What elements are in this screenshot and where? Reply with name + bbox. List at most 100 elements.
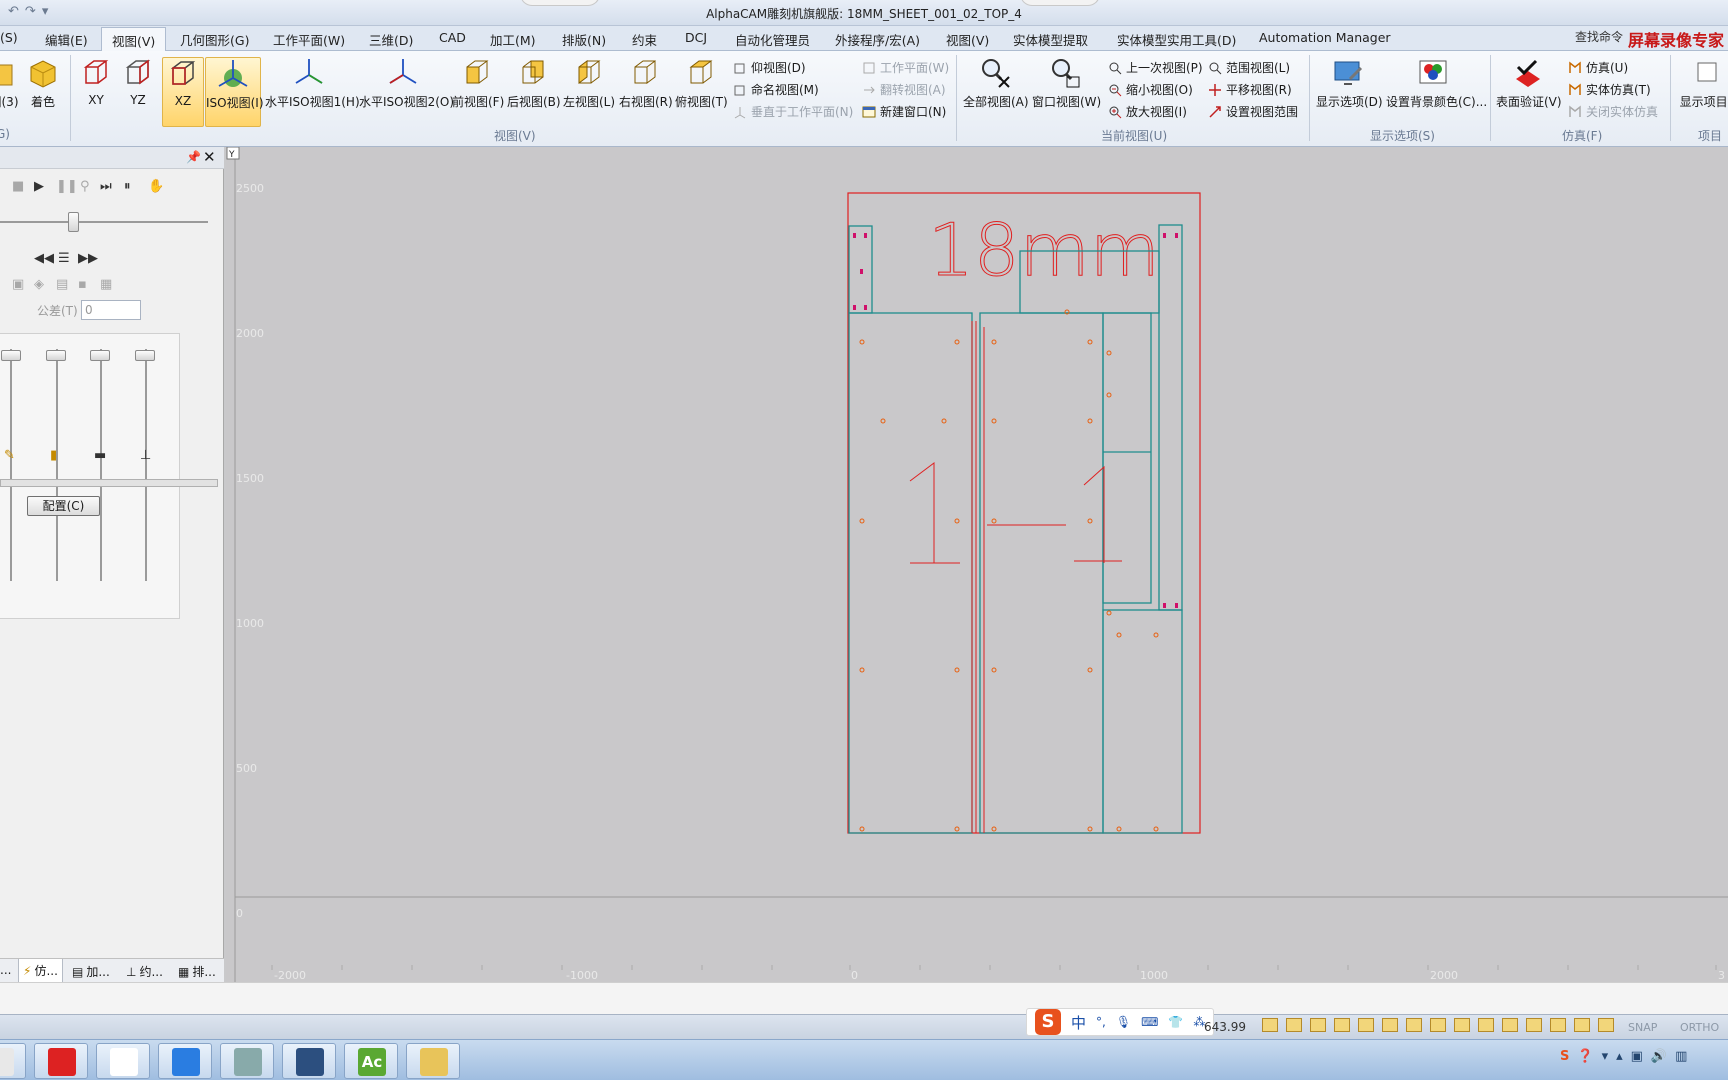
tab-workplane[interactable]: 工作平面(W) xyxy=(273,30,345,49)
status-box-icon[interactable] xyxy=(1526,1018,1542,1032)
new-window-button[interactable]: 新建窗口(N) xyxy=(862,103,946,120)
shade-button[interactable]: 着色 xyxy=(26,57,60,110)
pin-icon[interactable]: 📌 xyxy=(186,150,201,164)
surface-verify-button[interactable]: 表面验证(V) xyxy=(1496,57,1562,110)
status-axes-icon[interactable] xyxy=(1382,1018,1398,1032)
volume-tray-icon[interactable]: 🔊 xyxy=(1651,1049,1667,1064)
part-group[interactable] xyxy=(848,224,1183,834)
tab-dcj[interactable]: DCJ xyxy=(685,30,707,45)
grid-icon[interactable]: ▦ xyxy=(100,277,112,292)
capture-icon[interactable]: ▤ xyxy=(56,277,68,292)
horizontal-iso1-button[interactable]: 水平ISO视图1(H) xyxy=(265,57,360,110)
file-app-button[interactable] xyxy=(96,1043,150,1079)
part-bottom-right[interactable] xyxy=(1102,609,1183,834)
tab-cad[interactable]: CAD xyxy=(439,30,466,45)
cat-app-button[interactable] xyxy=(282,1043,336,1079)
keyboard-icon[interactable]: ⌨ xyxy=(1141,1015,1158,1029)
tab-nesting[interactable]: 排版(N) xyxy=(562,30,606,49)
close-icon[interactable]: ✕ xyxy=(203,148,216,166)
horizontal-iso2-button[interactable]: 水平ISO视图2(O) xyxy=(359,57,454,110)
tool-app-button[interactable] xyxy=(220,1043,274,1079)
hand-icon[interactable]: ✋ xyxy=(148,179,164,194)
drawing-canvas[interactable]: Y 2500 2000 1500 1000 500 0 -2000 -1000 … xyxy=(226,147,1728,982)
close-solid-simulation-button[interactable]: 关闭实体仿真 xyxy=(1568,103,1658,120)
sogou-tray-icon[interactable]: S xyxy=(1560,1049,1569,1064)
wps-app-button[interactable] xyxy=(34,1043,88,1079)
solid-simulate-button[interactable]: 实体仿真(T) xyxy=(1568,81,1651,98)
menu-icon[interactable]: ☰ xyxy=(58,251,70,266)
shirt-icon[interactable]: 👕 xyxy=(1168,1015,1183,1029)
help-tray-icon[interactable]: ❓ xyxy=(1577,1049,1593,1064)
signal-tray-icon[interactable]: ▥ xyxy=(1675,1049,1687,1064)
display-options-button[interactable]: 显示选项(D) xyxy=(1316,57,1383,110)
axis-slider-track[interactable] xyxy=(100,349,102,581)
speed-slider-track[interactable] xyxy=(0,221,208,223)
status-box-icon[interactable] xyxy=(1430,1018,1446,1032)
ortho-toggle[interactable]: ORTHO xyxy=(1680,1021,1719,1034)
tab-3d[interactable]: 三维(D) xyxy=(369,30,413,49)
axis-slider-track[interactable] xyxy=(145,349,147,581)
mic-icon[interactable]: 🎙 xyxy=(1116,1015,1131,1029)
pan-view-button[interactable]: 平移视图(R) xyxy=(1208,81,1292,98)
background-color-button[interactable]: 设置背景颜色(C)... xyxy=(1386,57,1487,110)
tab-file[interactable]: (S) xyxy=(0,30,18,45)
drawing-svg[interactable]: Y 2500 2000 1500 1000 500 0 -2000 -1000 … xyxy=(226,147,1728,982)
tab-automation-manager[interactable]: Automation Manager xyxy=(1259,30,1391,45)
tab-solid-utils[interactable]: 实体模型实用工具(D) xyxy=(1117,30,1236,49)
status-box-icon[interactable] xyxy=(1550,1018,1566,1032)
status-box-icon[interactable] xyxy=(1598,1018,1614,1032)
tray-up-icon[interactable]: ▴ xyxy=(1616,1049,1623,1064)
status-box-icon[interactable] xyxy=(1574,1018,1590,1032)
left-view-button[interactable]: 左视图(L) xyxy=(563,57,615,110)
axis-slider-thumb[interactable] xyxy=(90,350,110,361)
window-view-button[interactable]: 窗口视图(W) xyxy=(1032,57,1101,110)
speed-slider-thumb[interactable] xyxy=(67,212,79,232)
panel-tab-nesting[interactable]: ▦ 排... xyxy=(178,963,216,980)
axis-slider-thumb[interactable] xyxy=(1,350,21,361)
xy-view-button[interactable]: XY xyxy=(78,57,114,107)
all-view-button[interactable]: 全部视图(A) xyxy=(963,57,1029,110)
step-icon[interactable]: ⏭ xyxy=(100,179,112,194)
tab-machining[interactable]: 加工(M) xyxy=(490,30,536,49)
config-button[interactable]: 配置(C) xyxy=(27,496,100,516)
sogou-s-icon[interactable]: S xyxy=(1035,1009,1061,1035)
axis-slider-thumb[interactable] xyxy=(135,350,155,361)
status-box-icon[interactable] xyxy=(1502,1018,1518,1032)
punct-icon[interactable]: °, xyxy=(1096,1015,1106,1029)
command-search[interactable]: 查找命令 xyxy=(1575,28,1623,45)
save-icon[interactable]: ▪ xyxy=(78,277,87,292)
tray-menu-icon[interactable]: ▾ xyxy=(1602,1049,1609,1064)
part-tall-right-strip[interactable] xyxy=(1158,224,1183,611)
perpendicular-view-button[interactable]: 垂直于工作平面(N) xyxy=(733,103,853,120)
ime-mode-label[interactable]: 中 xyxy=(1071,1012,1086,1033)
xz-view-button[interactable]: XZ xyxy=(162,57,204,127)
part-middle-panel[interactable] xyxy=(979,312,1104,834)
named-view-button[interactable]: 命名视图(M) xyxy=(733,81,819,98)
status-axes-icon[interactable] xyxy=(1358,1018,1374,1032)
snap-toggle[interactable]: SNAP xyxy=(1628,1021,1657,1034)
pause-icon[interactable]: ❚❚ xyxy=(56,179,78,194)
play-icon[interactable]: ▶ xyxy=(34,179,44,194)
panel-tab-0[interactable]: ... xyxy=(0,963,11,977)
tab-addins[interactable]: 外接程序/宏(A) xyxy=(835,30,920,49)
axis-slider-thumb[interactable] xyxy=(46,350,66,361)
status-axes-icon[interactable] xyxy=(1334,1018,1350,1032)
tab-view-2[interactable]: 视图(V) xyxy=(946,30,989,49)
top-view-button[interactable]: 俯视图(T) xyxy=(675,57,728,110)
network-tray-icon[interactable]: ▣ xyxy=(1631,1049,1643,1064)
record-icon[interactable]: ◈ xyxy=(34,277,44,292)
simulate-button[interactable]: 仿真(U) xyxy=(1568,59,1628,76)
status-cube-icon[interactable] xyxy=(1262,1018,1278,1032)
view3-button[interactable]: 图(3) xyxy=(0,57,20,110)
tab-automation-admin[interactable]: 自动化管理员 xyxy=(735,30,810,49)
browser-app-button[interactable] xyxy=(0,1043,26,1079)
explorer-app-button[interactable] xyxy=(406,1043,460,1079)
tab-constraints[interactable]: 约束 xyxy=(632,30,657,49)
break-icon[interactable]: ⏸ xyxy=(124,179,131,194)
back-view-button[interactable]: 后视图(B) xyxy=(507,57,561,110)
panel-tab-simulate[interactable]: ⚡ 仿... xyxy=(18,959,63,983)
set-extent-button[interactable]: 设置视图范围 xyxy=(1208,103,1298,120)
workplane-view-button[interactable]: 工作平面(W) xyxy=(862,59,949,76)
tab-geometry[interactable]: 几何图形(G) xyxy=(180,30,249,49)
previous-view-button[interactable]: 上一次视图(P) xyxy=(1108,59,1203,76)
